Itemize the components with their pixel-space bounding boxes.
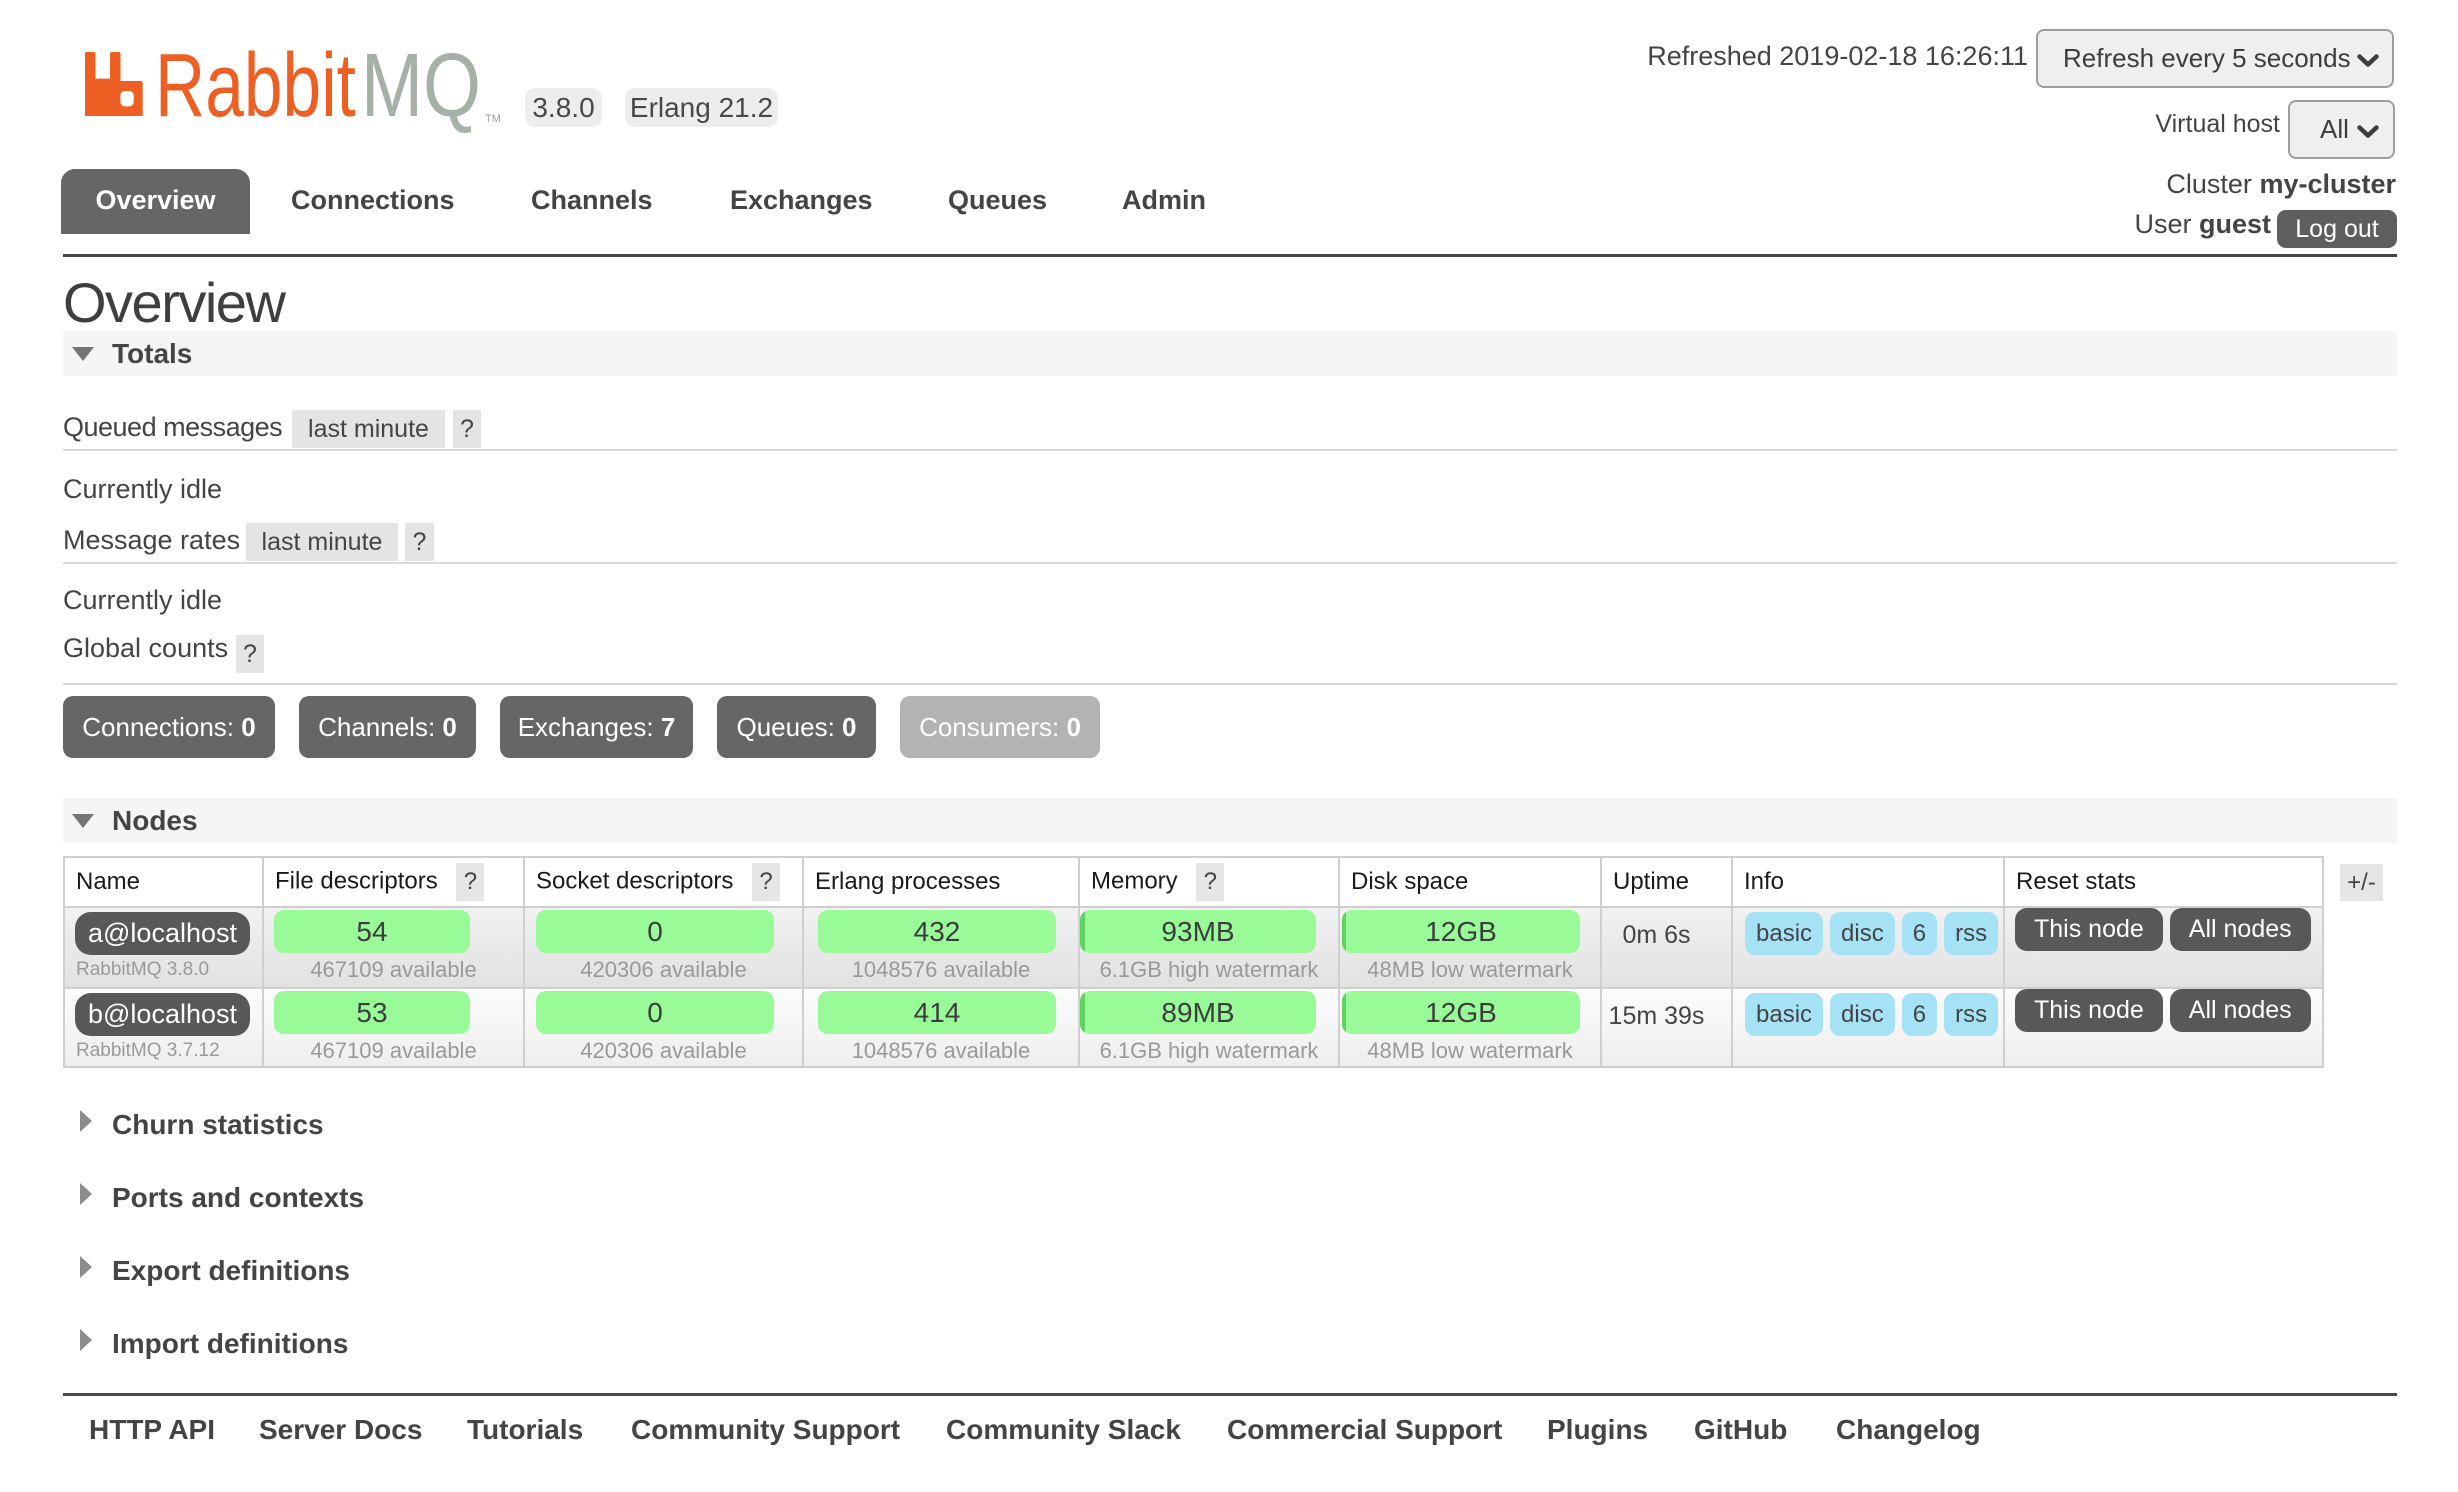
svg-text:TM: TM bbox=[485, 113, 501, 125]
svg-text:Rabbit: Rabbit bbox=[155, 45, 356, 135]
svg-text:MQ: MQ bbox=[361, 45, 481, 135]
